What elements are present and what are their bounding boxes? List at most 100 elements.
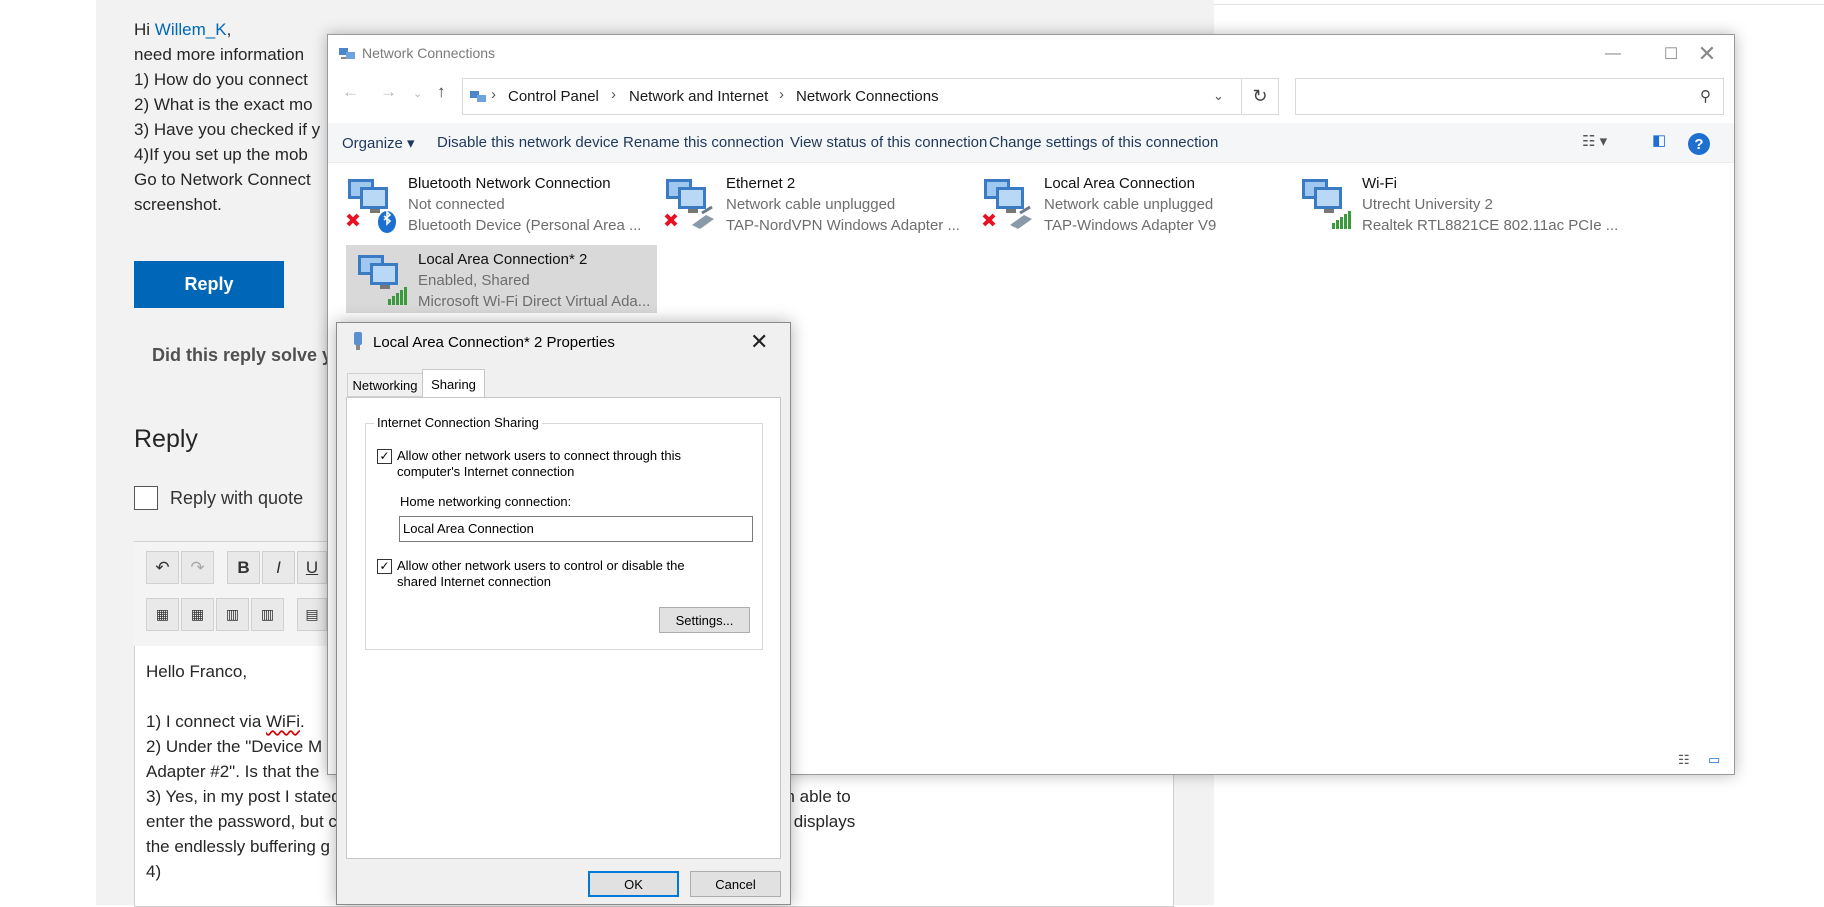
page-divider xyxy=(1214,4,1824,5)
up-arrow-icon[interactable]: ↑ xyxy=(437,82,446,102)
connection-wifi[interactable]: Wi-Fi Utrecht University 2 Realtek RTL88… xyxy=(1290,169,1618,237)
allow-control-label-line: Allow other network users to control or … xyxy=(397,558,685,573)
connection-status: Network cable unplugged xyxy=(726,196,896,213)
connection-name: Local Area Connection xyxy=(1044,175,1195,192)
wifi-adapter-icon xyxy=(358,255,407,305)
connection-device: TAP-Windows Adapter V9 xyxy=(1044,217,1217,234)
breadcrumb-network-and-internet[interactable]: Network and Internet xyxy=(629,88,768,105)
connection-bluetooth[interactable]: Bluetooth Network Connection Not connect… xyxy=(336,169,647,237)
forward-arrow-icon[interactable]: → xyxy=(380,82,397,102)
bold-button[interactable]: B xyxy=(227,551,260,584)
ics-group-label: Internet Connection Sharing xyxy=(374,415,542,431)
change-view-icon[interactable]: ☷ ▾ xyxy=(1582,132,1607,150)
connection-device: Realtek RTL8821CE 802.11ac PCIe ... xyxy=(1362,217,1619,234)
post-line: screenshot. xyxy=(134,195,222,214)
undo-icon[interactable]: ↶ xyxy=(146,551,179,584)
connection-local-area-2[interactable]: Local Area Connection* 2 Enabled, Shared… xyxy=(346,245,657,313)
editor-line-text: 3) Yes, in my post I stated xyxy=(146,787,341,806)
insert-column-left-icon[interactable]: ▥ xyxy=(216,598,249,631)
details-view-icon[interactable]: ☷ xyxy=(1678,752,1690,768)
address-dropdown-chevron-icon[interactable]: ⌄ xyxy=(1213,88,1224,104)
breadcrumb-separator-icon: › xyxy=(491,86,496,103)
reply-with-quote-label[interactable]: Reply with quote xyxy=(170,488,303,509)
post-line: 2) What is the exact mo xyxy=(134,95,313,114)
did-this-reply-solve-text: Did this reply solve y xyxy=(152,345,333,365)
allow-control-checkbox[interactable]: ✓ xyxy=(377,559,392,574)
post-line: 4)If you set up the mob xyxy=(134,145,308,164)
allow-connect-label-line: computer's Internet connection xyxy=(397,464,575,479)
allow-connect-label-line: Allow other network users to connect thr… xyxy=(397,448,681,463)
italic-button[interactable]: I xyxy=(262,551,295,584)
connection-name: Bluetooth Network Connection xyxy=(408,175,611,192)
connection-name: Local Area Connection* 2 xyxy=(418,251,588,268)
disable-device-button[interactable]: Disable this network device xyxy=(437,134,619,151)
tab-sharing[interactable]: Sharing xyxy=(422,369,485,398)
wifi-adapter-icon xyxy=(1302,179,1351,229)
connection-status: Network cable unplugged xyxy=(1044,196,1214,213)
tab-networking[interactable]: Networking xyxy=(347,373,423,397)
window-title: Network Connections xyxy=(362,45,496,61)
greeting-text: Hi xyxy=(134,20,155,39)
forum-post-body: Hi Willem_K, need more information 1) Ho… xyxy=(134,17,320,217)
underline-button[interactable]: U xyxy=(297,551,327,584)
window-titlebar[interactable]: Network Connections — ☐ ✕ xyxy=(328,35,1734,73)
ethernet-adapter-icon xyxy=(664,179,714,229)
search-input[interactable]: ⚲ xyxy=(1295,78,1724,115)
connection-device: Microsoft Wi-Fi Direct Virtual Ada... xyxy=(418,293,651,310)
connection-status: Utrecht University 2 xyxy=(1362,196,1493,213)
change-settings-button[interactable]: Change settings of this connection xyxy=(989,134,1218,151)
allow-connect-label[interactable]: Allow other network users to connect thr… xyxy=(397,448,681,480)
editor-toolbar: ↶ ↷ B I U ▦ ▦ ▥ ▥ ▤ xyxy=(134,542,334,646)
post-line: Go to Network Connect xyxy=(134,170,311,189)
recent-locations-chevron-icon[interactable]: ⌄ xyxy=(413,87,422,100)
insert-column-right-icon[interactable]: ▥ xyxy=(251,598,284,631)
connection-name: Ethernet 2 xyxy=(726,175,796,192)
table-row-icon[interactable]: ▤ xyxy=(297,598,327,631)
user-link[interactable]: Willem_K xyxy=(155,20,227,39)
view-status-button[interactable]: View status of this connection xyxy=(790,134,987,151)
allow-control-label[interactable]: Allow other network users to control or … xyxy=(397,558,685,590)
allow-connect-checkbox[interactable]: ✓ xyxy=(377,449,392,464)
ok-button[interactable]: OK xyxy=(588,871,679,897)
refresh-icon[interactable]: ↻ xyxy=(1241,78,1279,115)
reply-button[interactable]: Reply xyxy=(134,261,284,308)
network-connections-icon xyxy=(339,48,355,59)
close-button[interactable]: ✕ xyxy=(1678,35,1736,73)
reply-with-quote-checkbox[interactable] xyxy=(134,486,158,510)
misspelled-word: WiFi xyxy=(266,712,300,731)
command-bar: Organize ▾ Disable this network device R… xyxy=(328,123,1734,163)
breadcrumb-separator-icon: › xyxy=(779,86,784,103)
connection-ethernet-2[interactable]: Ethernet 2 Network cable unplugged TAP-N… xyxy=(654,169,965,237)
home-networking-label: Home networking connection: xyxy=(400,494,572,509)
table-icon[interactable]: ▦ xyxy=(146,598,179,631)
breadcrumb-control-panel[interactable]: Control Panel xyxy=(508,88,599,105)
preview-pane-icon[interactable]: ◧ xyxy=(1652,131,1666,149)
allow-control-label-line: shared Internet connection xyxy=(397,574,551,589)
post-line: 1) How do you connect xyxy=(134,70,308,89)
back-arrow-icon[interactable]: ← xyxy=(342,82,359,102)
rename-connection-button[interactable]: Rename this connection xyxy=(623,134,784,151)
address-bar[interactable]: › Control Panel › Network and Internet ›… xyxy=(462,78,1242,115)
close-icon[interactable]: ✕ xyxy=(750,329,768,355)
ethernet-adapter-icon xyxy=(982,179,1032,229)
post-line: 3) Have you checked if y xyxy=(134,120,321,139)
settings-button[interactable]: Settings... xyxy=(659,607,750,633)
large-icons-view-icon[interactable]: ▭ xyxy=(1708,752,1720,768)
organize-menu[interactable]: Organize ▾ xyxy=(342,134,415,152)
search-icon[interactable]: ⚲ xyxy=(1700,87,1711,105)
cancel-button[interactable]: Cancel xyxy=(690,871,781,897)
minimize-button[interactable]: — xyxy=(1584,35,1642,73)
connection-status: Enabled, Shared xyxy=(418,272,530,289)
editor-line-text: enter the password, but c xyxy=(146,812,337,831)
post-line: need more information xyxy=(134,45,305,64)
reply-heading: Reply xyxy=(134,425,198,453)
bluetooth-adapter-icon xyxy=(346,179,396,233)
breadcrumb-network-connections[interactable]: Network Connections xyxy=(796,88,939,105)
greeting-comma: , xyxy=(226,20,232,39)
redo-icon[interactable]: ↷ xyxy=(181,551,214,584)
help-icon[interactable]: ? xyxy=(1688,133,1710,155)
connection-local-area[interactable]: Local Area Connection Network cable unpl… xyxy=(972,169,1283,237)
editor-line-text: 1) I connect via xyxy=(146,712,267,731)
table-grid-icon[interactable]: ▦ xyxy=(181,598,214,631)
home-networking-select[interactable]: Local Area Connection xyxy=(399,516,753,542)
